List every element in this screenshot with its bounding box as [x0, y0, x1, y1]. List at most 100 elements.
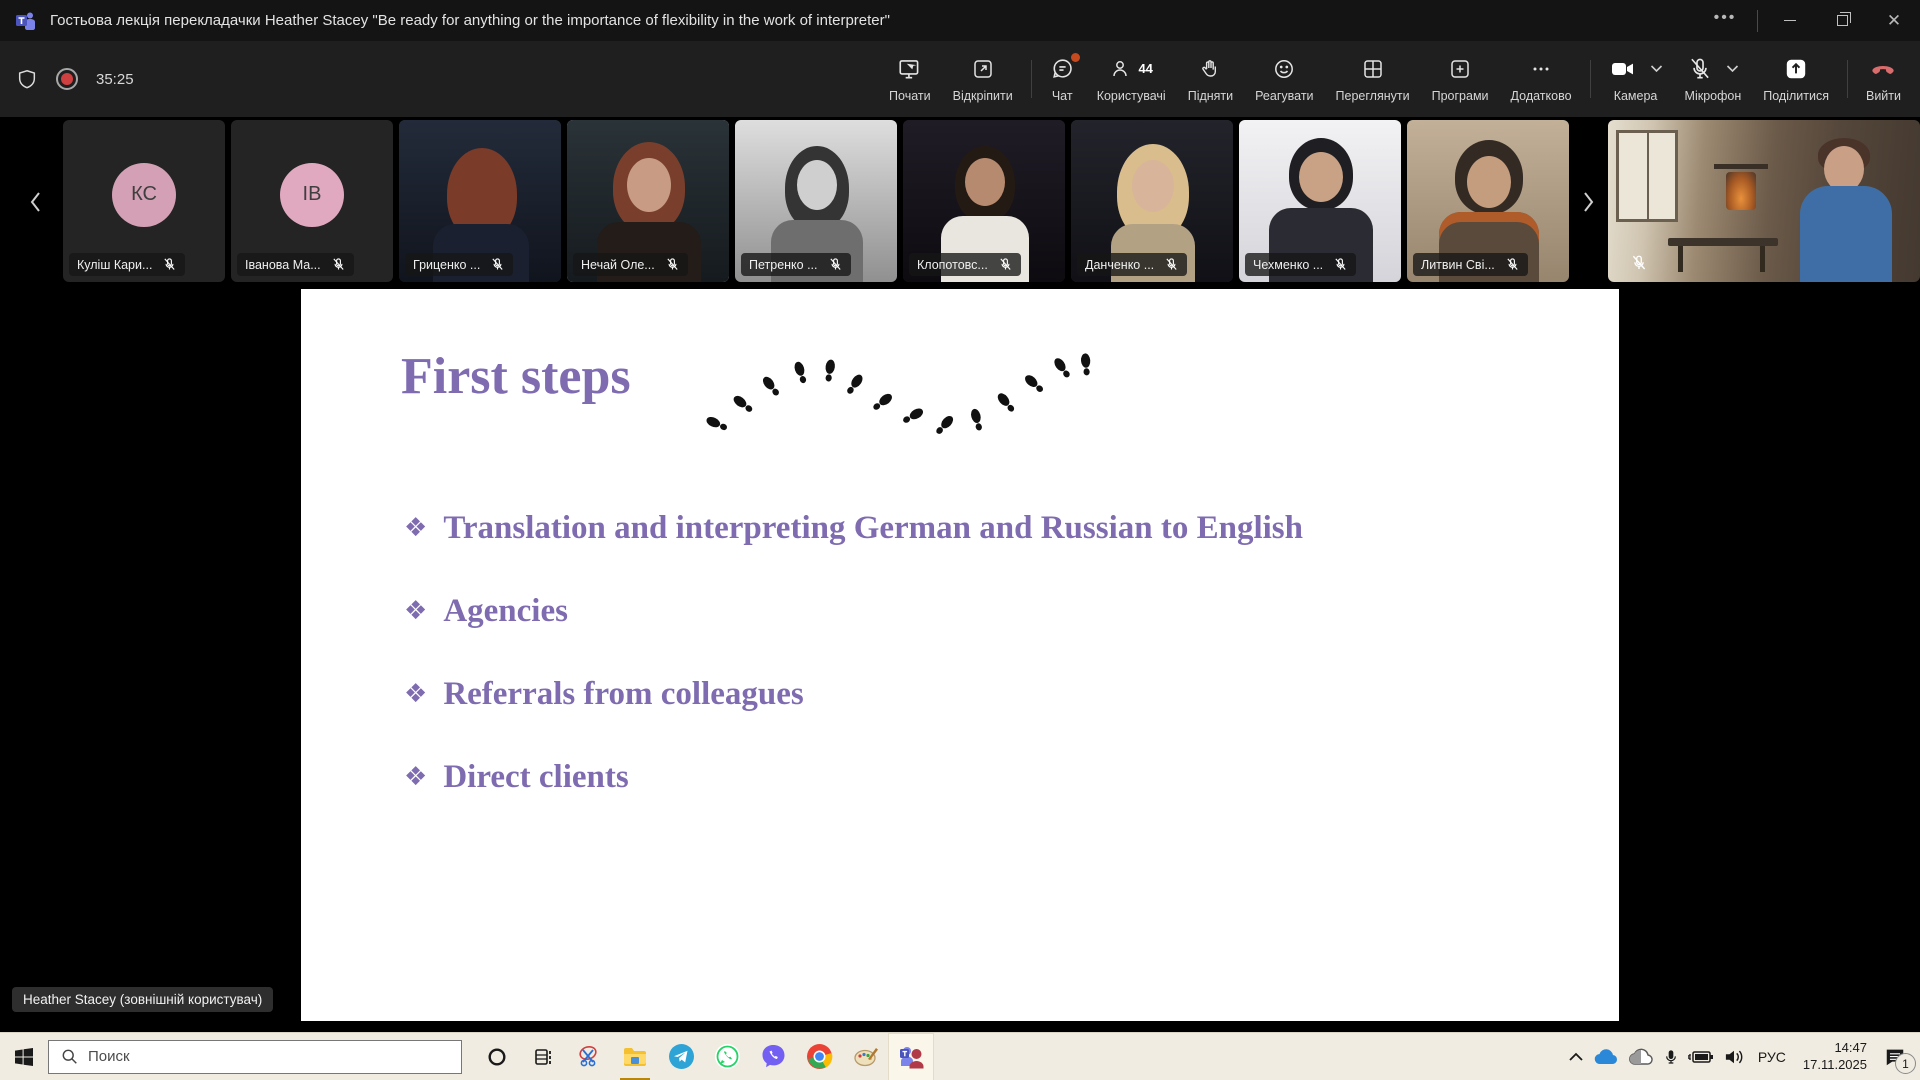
cortana-button[interactable]	[474, 1033, 520, 1080]
add-app-icon	[1448, 56, 1472, 82]
task-view-icon	[532, 1046, 554, 1068]
participant-name: Литвин Сві...	[1421, 258, 1495, 272]
tray-mic-icon[interactable]	[1663, 1047, 1679, 1067]
diamond-bullet-icon: ❖	[404, 679, 427, 709]
participant-name: Нечай Оле...	[581, 258, 655, 272]
list-item: ❖Agencies	[404, 590, 1303, 632]
chrome-icon	[806, 1043, 833, 1070]
mic-muted-icon	[998, 257, 1013, 272]
meeting-timer: 35:25	[96, 71, 134, 88]
participant-tile[interactable]: КС Куліш Кари...	[63, 120, 225, 282]
titlebar-more-button[interactable]: •••	[1699, 0, 1751, 41]
whatsapp-button[interactable]	[704, 1033, 750, 1080]
camera-button[interactable]: Камера	[1598, 41, 1674, 117]
teams-icon	[897, 1043, 925, 1071]
toolbar-separator	[1031, 60, 1032, 98]
mic-muted-icon	[490, 257, 505, 272]
presentation-slide: First steps ❖Translation and interpreti	[301, 289, 1619, 1021]
windows-taskbar: Поиск	[0, 1032, 1920, 1080]
participant-tile[interactable]: Гриценко ...	[399, 120, 561, 282]
telegram-button[interactable]	[658, 1033, 704, 1080]
smiley-icon	[1272, 56, 1296, 82]
mic-muted-icon	[1333, 257, 1348, 272]
participant-tile[interactable]: Данченко ...	[1071, 120, 1233, 282]
minimize-button[interactable]	[1764, 0, 1816, 41]
tray-expand-chevron-icon[interactable]	[1568, 1051, 1584, 1063]
teams-app-icon	[14, 9, 38, 33]
share-up-arrow-icon	[1783, 56, 1809, 82]
diamond-bullet-icon: ❖	[404, 762, 427, 792]
participant-name: Петренко ...	[749, 258, 818, 272]
participant-tile[interactable]: Чехменко ...	[1239, 120, 1401, 282]
participant-name: Куліш Кари...	[77, 258, 152, 272]
share-button[interactable]: Поділитися	[1752, 41, 1840, 117]
search-input[interactable]: Поиск	[48, 1040, 462, 1074]
title-bar: Гостьова лекція перекладачки Heather Sta…	[0, 0, 1920, 41]
language-indicator[interactable]: РУС	[1754, 1049, 1790, 1065]
teams-taskbar-button[interactable]	[888, 1033, 934, 1080]
paint-button[interactable]	[842, 1033, 888, 1080]
snipping-tool-button[interactable]	[566, 1033, 612, 1080]
mic-muted-icon	[1505, 257, 1520, 272]
start-button[interactable]	[0, 1033, 48, 1080]
battery-icon[interactable]	[1688, 1049, 1714, 1065]
hang-up-icon	[1869, 57, 1897, 81]
start-presenting-button[interactable]: Почати	[878, 41, 942, 117]
list-item: ❖Direct clients	[404, 756, 1303, 798]
diamond-bullet-icon: ❖	[404, 513, 427, 543]
presenter-name-label: Heather Stacey (зовнішній користувач)	[12, 987, 273, 1012]
presenter-person	[1800, 186, 1892, 282]
chevron-down-icon[interactable]	[1726, 64, 1739, 73]
more-actions-button[interactable]: Додатково	[1500, 41, 1583, 117]
apps-button[interactable]: Програми	[1421, 41, 1500, 117]
snipping-tool-icon	[576, 1044, 602, 1070]
participant-tile[interactable]: ІВ Іванова Ма...	[231, 120, 393, 282]
participant-name: Гриценко ...	[413, 258, 480, 272]
restore-button[interactable]	[1816, 0, 1868, 41]
microphone-button[interactable]: Мікрофон	[1674, 41, 1753, 117]
slide-bullet-list: ❖Translation and interpreting German and…	[404, 507, 1303, 839]
close-button[interactable]: ✕	[1868, 0, 1920, 41]
shield-icon[interactable]	[16, 67, 38, 91]
chat-button[interactable]: Чат	[1039, 41, 1086, 117]
diamond-bullet-icon: ❖	[404, 596, 427, 626]
file-explorer-button[interactable]	[612, 1033, 658, 1080]
action-center-button[interactable]: 1	[1880, 1042, 1910, 1072]
list-item: ❖Referrals from colleagues	[404, 673, 1303, 715]
cloud-icon[interactable]	[1628, 1048, 1654, 1066]
unpin-button[interactable]: Відкріпити	[942, 41, 1024, 117]
task-view-button[interactable]	[520, 1033, 566, 1080]
participants-button[interactable]: 44 Користувачі	[1086, 41, 1177, 117]
onedrive-icon[interactable]	[1593, 1048, 1619, 1066]
presenter-video-tile[interactable]	[1608, 120, 1920, 282]
view-button[interactable]: Переглянути	[1325, 41, 1421, 117]
scroll-left-button[interactable]	[22, 189, 48, 215]
people-icon	[1109, 57, 1133, 81]
search-placeholder: Поиск	[88, 1048, 130, 1065]
react-button[interactable]: Реагувати	[1244, 41, 1324, 117]
viber-icon	[760, 1043, 787, 1070]
share-screen-icon	[897, 56, 923, 82]
chrome-button[interactable]	[796, 1033, 842, 1080]
video-strip: КС Куліш Кари... ІВ Іванова Ма... Грицен…	[0, 117, 1920, 285]
participant-tile[interactable]: Клопотовс...	[903, 120, 1065, 282]
footprints-graphic	[701, 347, 1101, 447]
participant-tile-speaking[interactable]: Нечай Оле...	[567, 120, 729, 282]
participant-tile[interactable]: Петренко ...	[735, 120, 897, 282]
participant-name: Чехменко ...	[1253, 258, 1323, 272]
leave-button[interactable]: Вийти	[1855, 41, 1912, 117]
viber-button[interactable]	[750, 1033, 796, 1080]
fireplace	[1726, 172, 1756, 210]
chevron-down-icon[interactable]	[1650, 64, 1663, 73]
speaker-icon[interactable]	[1723, 1048, 1745, 1066]
camera-on-icon	[1609, 57, 1637, 81]
cortana-icon	[487, 1047, 507, 1067]
scroll-right-button[interactable]	[1576, 189, 1602, 215]
mic-muted-icon	[331, 257, 346, 272]
raised-hand-icon	[1198, 56, 1222, 82]
raise-hand-button[interactable]: Підняти	[1177, 41, 1244, 117]
chat-icon	[1050, 56, 1075, 82]
participant-tile[interactable]: Литвин Сві...	[1407, 120, 1569, 282]
clock[interactable]: 14:47 17.11.2025	[1799, 1040, 1871, 1074]
mic-muted-icon	[665, 257, 680, 272]
